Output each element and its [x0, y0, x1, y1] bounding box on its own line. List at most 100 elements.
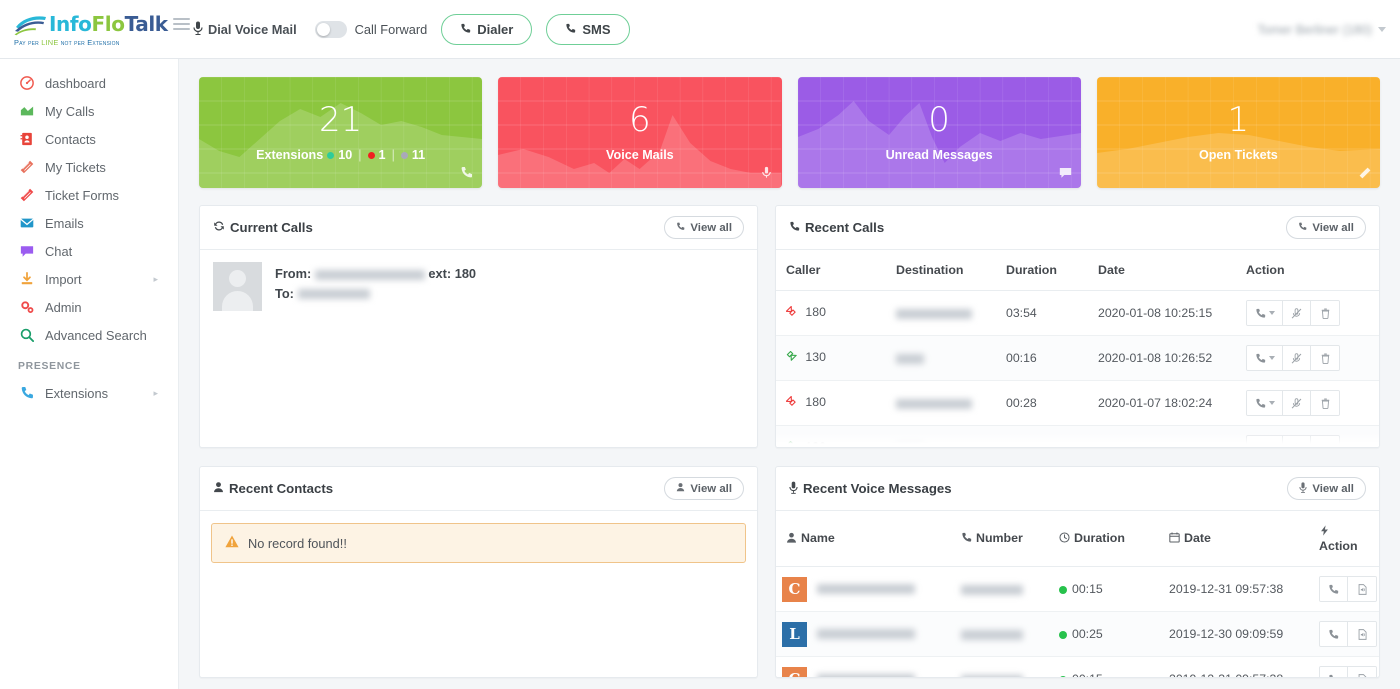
sidebar-item-dashboard[interactable]: dashboard [0, 69, 178, 97]
caller-number: 130 [805, 440, 826, 448]
recent-calls-title: Recent Calls [789, 220, 884, 235]
mute-recording-button[interactable] [1283, 301, 1311, 325]
call-button[interactable] [1320, 622, 1348, 646]
warning-icon [225, 535, 239, 551]
sidebar-item-advanced-search[interactable]: Advanced Search [0, 321, 178, 349]
recent-voice-messages-scroll[interactable]: NameNumberDurationDateAction C 00:15 201… [776, 511, 1379, 678]
sidebar-item-contacts[interactable]: Contacts [0, 125, 178, 153]
delete-button[interactable] [1311, 346, 1339, 370]
sidebar-item-chat[interactable]: Chat [0, 237, 178, 265]
delete-button[interactable] [1311, 436, 1339, 448]
phone-icon [961, 532, 972, 546]
play-audio-button[interactable] [1348, 667, 1376, 678]
current-calls-view-all-button[interactable]: View all [664, 216, 744, 239]
duration-value: 00:15 [1072, 672, 1103, 678]
table-row[interactable]: 180 00:28 2020-01-07 18:02:24 [776, 381, 1379, 426]
sidebar-item-import[interactable]: Import▸ [0, 265, 178, 293]
table-row[interactable]: 130 00:16 2020-01-08 10:26:52 [776, 336, 1379, 381]
chart-area-icon [18, 104, 36, 118]
sidebar-item-extensions[interactable]: Extensions▸ [0, 379, 178, 407]
recent-voice-messages-title: Recent Voice Messages [789, 481, 952, 497]
number-redacted [961, 585, 1023, 595]
sidebar-item-label: Advanced Search [45, 328, 147, 343]
stat-value: 6 [629, 103, 651, 137]
call-button[interactable] [1320, 667, 1348, 678]
sidebar-item-my-tickets[interactable]: My Tickets [0, 153, 178, 181]
table-row[interactable]: L 00:25 2019-12-30 09:09:59 [776, 612, 1379, 657]
cell-date: 2020-01-08 10:25:15 [1088, 291, 1236, 336]
stat-card-unread-messages[interactable]: 0 Unread Messages [798, 77, 1081, 188]
dashboard-icon [18, 76, 36, 90]
cell-date: 2020-01-07 17:13:03 [1088, 426, 1236, 449]
call-button[interactable] [1247, 436, 1283, 448]
recent-contacts-view-all-button[interactable]: View all [664, 477, 744, 500]
recent-contacts-view-all-label: View all [690, 483, 732, 495]
mute-recording-button[interactable] [1283, 346, 1311, 370]
cell-destination [886, 291, 996, 336]
recent-contacts-panel: Recent Contacts View all [199, 466, 758, 678]
caller-number: 180 [805, 395, 826, 409]
sidebar-item-ticket-forms[interactable]: Ticket Forms [0, 181, 178, 209]
dialer-button[interactable]: Dialer [441, 14, 532, 45]
cell-duration: 00:25 [1049, 612, 1159, 657]
contact-name-redacted [817, 584, 915, 594]
cell-number [951, 657, 1049, 679]
current-call-details: From: ext: 180 To: [275, 262, 476, 304]
call-button[interactable] [1320, 577, 1348, 601]
table-row[interactable]: C 00:15 2019-12-31 09:57:38 [776, 567, 1379, 612]
mute-recording-button[interactable] [1283, 436, 1311, 448]
cell-date: 2020-01-08 10:26:52 [1088, 336, 1236, 381]
brand-logo[interactable]: InfoFloTalk Pay per LINE not per Extensi… [0, 0, 179, 59]
recent-contacts-body: No record found!! [200, 511, 757, 575]
status-count: 10 [338, 148, 352, 162]
avatar: C [782, 577, 807, 602]
column-header: Action [1309, 511, 1379, 567]
table-row[interactable]: 130 00:09 2020-01-07 17:13:03 [776, 426, 1379, 449]
recent-contacts-header: Recent Contacts View all [200, 467, 757, 511]
sms-button[interactable]: SMS [546, 14, 629, 45]
dial-voice-mail-button[interactable]: Dial Voice Mail [185, 21, 305, 38]
cell-date: 2019-12-31 09:57:38 [1159, 567, 1309, 612]
play-audio-button[interactable] [1348, 622, 1376, 646]
table-row[interactable]: 180 03:54 2020-01-08 10:25:15 [776, 291, 1379, 336]
stat-label: Voice Mails [606, 148, 674, 162]
sidebar-presence-header: PRESENCE [0, 349, 178, 379]
toggle-knob [317, 23, 330, 36]
caller-number: 180 [805, 305, 826, 319]
stat-card-open-tickets[interactable]: 1 Open Tickets [1097, 77, 1380, 188]
call-button[interactable] [1247, 346, 1283, 370]
main-content: 21 Extensions 10|1|11 6 Voice Mails [179, 59, 1400, 689]
recent-voice-messages-view-all-button[interactable]: View all [1287, 477, 1366, 500]
status-count: 1 [379, 148, 386, 162]
mute-recording-button[interactable] [1283, 391, 1311, 415]
call-button[interactable] [1247, 301, 1283, 325]
sidebar-item-label: dashboard [45, 76, 106, 91]
recent-contacts-title-label: Recent Contacts [229, 481, 333, 496]
cell-name: L [776, 612, 951, 657]
stat-card-extensions[interactable]: 21 Extensions 10|1|11 [199, 77, 482, 188]
stat-card-voice-mails[interactable]: 6 Voice Mails [498, 77, 781, 188]
bolt-icon [1319, 525, 1330, 539]
sidebar-item-emails[interactable]: Emails [0, 209, 178, 237]
chevron-down-icon [1269, 401, 1275, 405]
delete-button[interactable] [1311, 301, 1339, 325]
call-forward-toggle[interactable] [315, 21, 347, 38]
current-call-entry[interactable]: From: ext: 180 To: [213, 262, 744, 311]
status-dot [327, 152, 334, 159]
dial-voice-mail-label: Dial Voice Mail [208, 22, 297, 37]
microphone-icon [1299, 482, 1307, 496]
recent-calls-scroll[interactable]: CallerDestinationDurationDateAction 180 … [776, 250, 1379, 448]
sidebar-item-admin[interactable]: Admin [0, 293, 178, 321]
user-menu[interactable]: Tomer Berliner (180) [1257, 0, 1386, 59]
table-row[interactable]: C 00:15 2019-12-31 09:57:38 [776, 657, 1379, 679]
sidebar-item-my-calls[interactable]: My Calls [0, 97, 178, 125]
refresh-icon [213, 220, 225, 235]
body: dashboard My CallsContactsMy TicketsTicke… [0, 59, 1400, 689]
recent-calls-view-all-button[interactable]: View all [1286, 216, 1366, 239]
call-button[interactable] [1247, 391, 1283, 415]
sidebar-item-label: Admin [45, 300, 82, 315]
cell-duration: 00:15 [1049, 567, 1159, 612]
play-audio-button[interactable] [1348, 577, 1376, 601]
column-header: Date [1159, 511, 1309, 567]
delete-button[interactable] [1311, 391, 1339, 415]
